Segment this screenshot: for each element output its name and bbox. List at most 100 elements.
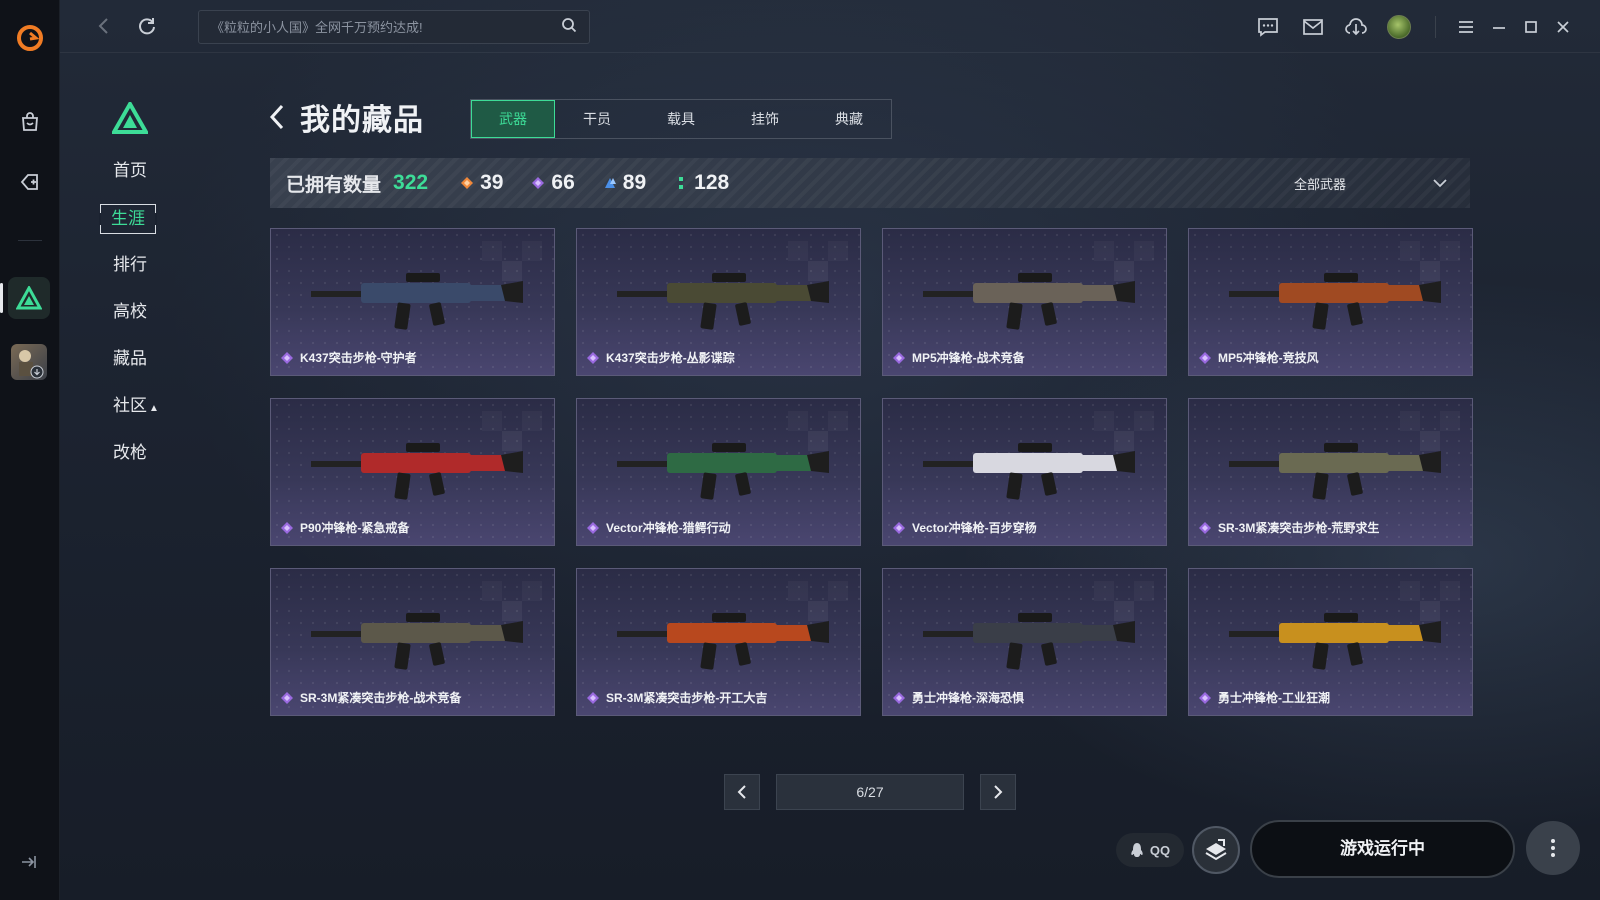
rarity-green: 128 <box>674 171 729 195</box>
page-header: 我的藏品 <box>268 96 424 138</box>
minimize-icon[interactable] <box>1486 14 1512 40</box>
tab-weapons[interactable]: 武器 <box>471 100 555 138</box>
purple-gem-icon <box>281 521 293 534</box>
weapon-card[interactable]: Vector冲锋枪-百步穿杨 <box>882 398 1167 546</box>
tab-charms[interactable]: 挂饰 <box>723 100 807 138</box>
qq-penguin-icon <box>1131 843 1143 857</box>
weapon-image <box>617 443 829 500</box>
menu-item-home[interactable]: 首页 <box>100 157 180 204</box>
user-avatar[interactable] <box>1387 15 1411 39</box>
search-input[interactable] <box>211 19 561 35</box>
weapon-card[interactable]: 勇士冲锋枪-工业狂潮 <box>1188 568 1473 716</box>
weapon-name: MP5冲锋枪-战术竞备 <box>912 351 1025 365</box>
menu-icon[interactable] <box>1453 14 1479 40</box>
purple-gem-icon <box>587 691 599 704</box>
search-icon[interactable] <box>561 17 577 38</box>
purple-gem-icon <box>893 351 905 364</box>
weapon-image <box>1229 613 1441 670</box>
more-vertical-icon <box>1551 839 1555 857</box>
weapon-image <box>923 273 1135 330</box>
weapon-name: Vector冲锋枪-猎鳄行动 <box>606 521 731 535</box>
weapon-name: Vector冲锋枪-百步穿杨 <box>912 521 1037 535</box>
purple-gem-icon <box>1199 691 1211 704</box>
top-bar <box>60 0 1600 53</box>
purple-gem-icon <box>587 351 599 364</box>
weapon-image <box>311 613 523 670</box>
game-running-button[interactable]: 游戏运行中 <box>1250 820 1515 878</box>
weapon-caption: MP5冲锋枪-竞技风 <box>1199 349 1319 366</box>
purple-gem-icon <box>893 691 905 704</box>
weapon-card[interactable]: K437突击步枪-丛影谍踪 <box>576 228 861 376</box>
menu-item-community[interactable]: 社区 ▲ <box>100 392 180 439</box>
game-pubg-tile[interactable] <box>11 344 47 380</box>
menu-item-gunsmith[interactable]: 改枪 <box>100 439 180 486</box>
page-title: 我的藏品 <box>300 104 424 137</box>
chevron-left-icon <box>737 785 746 799</box>
weapon-card[interactable]: K437突击步枪-守护者 <box>270 228 555 376</box>
weapon-name: 勇士冲锋枪-深海恐惧 <box>912 691 1024 705</box>
tab-operators[interactable]: 干员 <box>555 100 639 138</box>
weapon-name: K437突击步枪-守护者 <box>300 351 417 365</box>
tab-vehicles[interactable]: 载具 <box>639 100 723 138</box>
owned-count: 322 <box>393 171 429 194</box>
store-bag-icon[interactable] <box>16 108 44 136</box>
orange-gem-icon <box>460 176 474 190</box>
tag-plus-icon[interactable] <box>16 168 44 196</box>
rarity-purple: 66 <box>531 171 575 195</box>
close-icon[interactable] <box>1550 14 1576 40</box>
menu-item-collection[interactable]: 藏品 <box>100 345 180 392</box>
weapon-card[interactable]: SR-3M紧凑突击步枪-荒野求生 <box>1188 398 1473 546</box>
menu-item-career[interactable]: 生涯 <box>99 204 180 251</box>
purple-gem-icon <box>1199 351 1211 364</box>
weapon-caption: 勇士冲锋枪-工业狂潮 <box>1199 689 1330 706</box>
pagination: 6/27 <box>724 774 1016 810</box>
app-logo-icon[interactable] <box>14 22 46 54</box>
stats-bar: 已拥有数量 322 39 66 89 128 全部武器 <box>270 158 1470 208</box>
left-rail <box>0 0 60 900</box>
weapon-card[interactable]: P90冲锋枪-紧急戒备 <box>270 398 555 546</box>
qq-button[interactable]: QQ <box>1116 833 1184 867</box>
prev-page-button[interactable] <box>724 774 760 810</box>
back-nav-icon[interactable] <box>92 14 116 38</box>
weapon-card[interactable]: MP5冲锋枪-竞技风 <box>1188 228 1473 376</box>
left-menu: 首页 生涯 排行 高校 藏品 社区 ▲ 改枪 <box>99 157 180 486</box>
next-page-button[interactable] <box>980 774 1016 810</box>
chevron-right-icon <box>994 785 1003 799</box>
weapon-card[interactable]: MP5冲锋枪-战术竞备 <box>882 228 1167 376</box>
download-icon[interactable] <box>1343 14 1369 40</box>
menu-item-university[interactable]: 高校 <box>100 298 180 345</box>
rail-active-indicator <box>0 283 3 313</box>
weapon-card[interactable]: SR-3M紧凑突击步枪-开工大吉 <box>576 568 861 716</box>
purple-gem-icon <box>281 351 293 364</box>
mail-icon[interactable] <box>1300 14 1326 40</box>
refresh-icon[interactable] <box>135 14 159 38</box>
weapon-caption: MP5冲锋枪-战术竞备 <box>893 349 1025 366</box>
weapon-caption: Vector冲锋枪-猎鳄行动 <box>587 519 731 536</box>
weapon-image <box>311 273 523 330</box>
menu-item-ranking[interactable]: 排行 <box>100 251 180 298</box>
weapon-caption: 勇士冲锋枪-深海恐惧 <box>893 689 1024 706</box>
weapon-image <box>923 613 1135 670</box>
game-delta-tile[interactable] <box>8 277 50 319</box>
maximize-icon[interactable] <box>1518 14 1544 40</box>
back-arrow-icon[interactable] <box>268 102 292 132</box>
weapon-caption: Vector冲锋枪-百步穿杨 <box>893 519 1037 536</box>
weapon-name: 勇士冲锋枪-工业狂潮 <box>1218 691 1330 705</box>
weapon-image <box>1229 443 1441 500</box>
expand-sidebar-icon[interactable] <box>20 854 38 870</box>
purple-gem-icon <box>281 691 293 704</box>
accelerator-button[interactable] <box>1192 826 1240 874</box>
topbar-divider <box>1435 16 1436 38</box>
weapon-filter-dropdown[interactable]: 全部武器 <box>1294 158 1448 208</box>
tab-collection[interactable]: 典藏 <box>807 100 891 138</box>
more-options-button[interactable] <box>1526 821 1580 875</box>
chat-icon[interactable] <box>1255 14 1281 40</box>
weapon-card[interactable]: 勇士冲锋枪-深海恐惧 <box>882 568 1167 716</box>
weapon-card[interactable]: Vector冲锋枪-猎鳄行动 <box>576 398 861 546</box>
weapon-name: SR-3M紧凑突击步枪-荒野求生 <box>1218 521 1380 535</box>
weapon-name: K437突击步枪-丛影谍踪 <box>606 351 735 365</box>
weapon-image <box>311 443 523 500</box>
filter-label: 全部武器 <box>1293 176 1346 192</box>
weapon-card[interactable]: SR-3M紧凑突击步枪-战术竞备 <box>270 568 555 716</box>
delta-force-logo-icon <box>110 99 150 134</box>
